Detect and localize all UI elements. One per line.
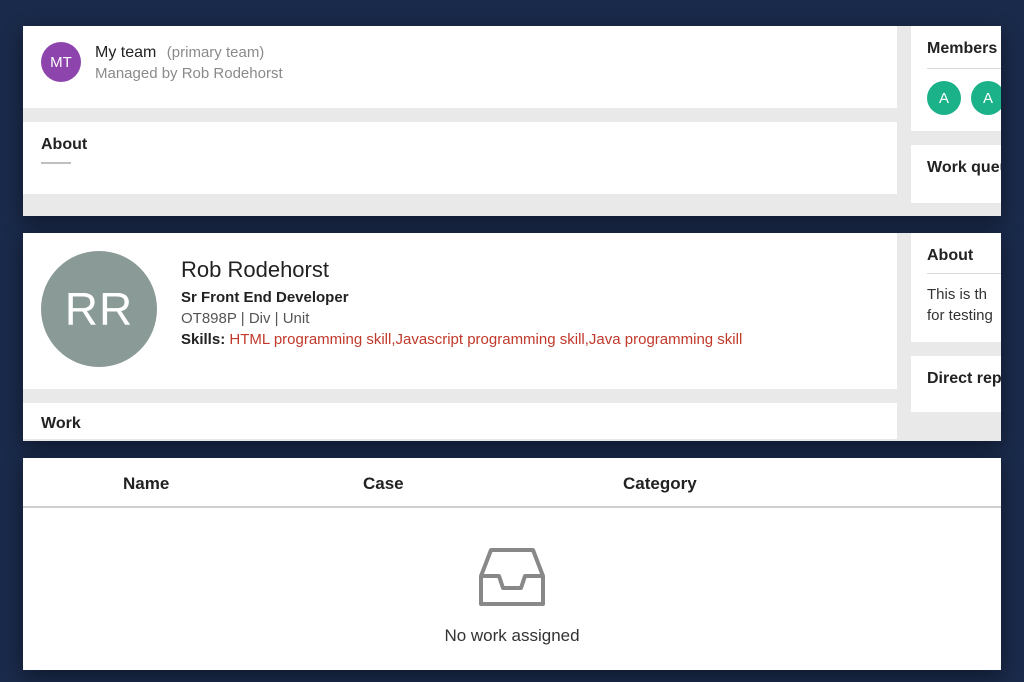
member-avatars: A A	[927, 81, 1001, 115]
team-heading-text: My team (primary team) Managed by Rob Ro…	[95, 42, 283, 84]
member-avatar[interactable]: A	[971, 81, 1001, 115]
person-about-title: About	[927, 247, 1001, 265]
team-main-column: MT My team (primary team) Managed by Rob…	[23, 26, 897, 194]
person-header: RR Rob Rodehorst Sr Front End Developer …	[23, 233, 897, 389]
work-table-header: Name Case Category	[23, 458, 1001, 508]
members-title: Members	[927, 40, 1001, 58]
work-table-panel: Name Case Category No work assigned	[23, 458, 1001, 670]
person-panel: RR Rob Rodehorst Sr Front End Developer …	[23, 233, 1001, 441]
team-avatar[interactable]: MT	[41, 42, 81, 82]
column-case[interactable]: Case	[363, 474, 623, 494]
person-meta: OT898P | Div | Unit	[181, 310, 742, 327]
column-separator	[897, 26, 911, 216]
person-role: Sr Front End Developer	[181, 289, 742, 306]
person-main-column: RR Rob Rodehorst Sr Front End Developer …	[23, 233, 897, 439]
column-separator	[897, 233, 911, 441]
divider	[927, 273, 1001, 274]
direct-reports-title: Direct reports	[927, 370, 1001, 388]
person-about-body: This is th for testing	[927, 284, 1001, 326]
direct-reports-block: Direct reports	[911, 356, 1001, 412]
person-name[interactable]: Rob Rodehorst	[181, 257, 742, 283]
column-category[interactable]: Category	[623, 474, 883, 494]
about-line: This is th	[927, 284, 1001, 305]
skills-list[interactable]: HTML programming skill,Javascript progra…	[229, 331, 742, 348]
empty-state: No work assigned	[23, 508, 1001, 646]
team-managed-by: Managed by Rob Rodehorst	[95, 64, 283, 84]
members-block: Members A A	[911, 26, 1001, 131]
person-work-heading: Work	[41, 415, 879, 433]
team-name[interactable]: My team	[95, 44, 156, 61]
team-panel: MT My team (primary team) Managed by Rob…	[23, 26, 1001, 216]
team-side-column: Members A A Work queue	[911, 26, 1001, 216]
person-work-section: Work	[23, 403, 897, 439]
team-about-heading: About	[41, 136, 879, 154]
team-header: MT My team (primary team) Managed by Rob…	[23, 26, 897, 108]
team-subtitle: (primary team)	[167, 44, 265, 61]
empty-message: No work assigned	[444, 626, 579, 646]
skills-label: Skills	[181, 331, 220, 348]
workqueue-title: Work queue	[927, 159, 1001, 177]
column-name[interactable]: Name	[83, 474, 363, 494]
workqueue-block: Work queue	[911, 145, 1001, 203]
inbox-icon	[473, 544, 551, 610]
about-block: About This is th for testing	[911, 233, 1001, 342]
person-side-column: About This is th for testing Direct repo…	[911, 233, 1001, 426]
divider	[41, 162, 71, 164]
team-about-section: About	[23, 122, 897, 194]
person-info: Rob Rodehorst Sr Front End Developer OT8…	[181, 251, 742, 367]
divider	[927, 68, 1001, 69]
member-avatar[interactable]: A	[927, 81, 961, 115]
person-avatar[interactable]: RR	[41, 251, 157, 367]
skills-separator: :	[220, 331, 229, 348]
person-skills-line: Skills: HTML programming skill,Javascrip…	[181, 331, 742, 349]
about-line: for testing	[927, 305, 1001, 326]
